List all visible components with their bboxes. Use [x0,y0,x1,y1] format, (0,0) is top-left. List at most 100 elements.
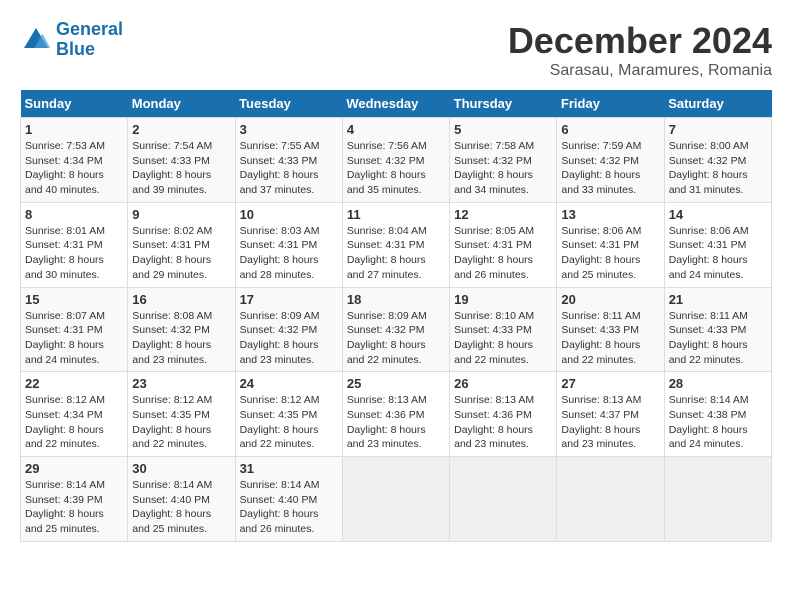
week-row-2: 8Sunrise: 8:01 AM Sunset: 4:31 PM Daylig… [21,202,772,287]
calendar-cell: 10 Sunrise: 8:03 AM Sunset: 4:31 PM Dayli… [235,202,342,287]
day-detail: Sunrise: 8:09 AM Sunset: 4:32 PM Dayligh… [347,309,445,368]
day-number: 28 [669,376,767,391]
day-number: 18 [347,292,445,307]
calendar-cell: 5 Sunrise: 7:58 AM Sunset: 4:32 PM Daylig… [450,118,557,203]
calendar-body: 1 Sunrise: 7:53 AM Sunset: 4:34 PM Daylig… [21,118,772,542]
calendar-cell: 26Sunrise: 8:13 AM Sunset: 4:36 PM Dayli… [450,372,557,457]
calendar-cell: 19 Sunrise: 8:10 AM Sunset: 4:33 PM Dayli… [450,287,557,372]
day-detail: Sunrise: 8:06 AM Sunset: 4:31 PM Dayligh… [669,224,767,283]
calendar-cell: 29 Sunrise: 8:14 AM Sunset: 4:39 PM Dayli… [21,457,128,542]
day-detail: Sunrise: 8:03 AM Sunset: 4:31 PM Dayligh… [240,224,338,283]
day-number: 30 [132,461,230,476]
day-number: 15 [25,292,123,307]
day-number: 9 [132,207,230,222]
day-detail: Sunrise: 8:10 AM Sunset: 4:33 PM Dayligh… [454,309,552,368]
week-row-1: 1 Sunrise: 7:53 AM Sunset: 4:34 PM Daylig… [21,118,772,203]
calendar-cell: 17 Sunrise: 8:09 AM Sunset: 4:32 PM Dayli… [235,287,342,372]
logo-line1: General [56,19,123,39]
day-detail: Sunrise: 8:02 AM Sunset: 4:31 PM Dayligh… [132,224,230,283]
day-detail: Sunrise: 7:58 AM Sunset: 4:32 PM Dayligh… [454,139,552,198]
day-detail: Sunrise: 7:53 AM Sunset: 4:34 PM Dayligh… [25,139,123,198]
page-title: December 2024 [508,20,772,62]
header-day-monday: Monday [128,90,235,118]
day-detail: Sunrise: 8:14 AM Sunset: 4:39 PM Dayligh… [25,478,123,537]
day-detail: Sunrise: 8:07 AM Sunset: 4:31 PM Dayligh… [25,309,123,368]
week-row-3: 15 Sunrise: 8:07 AM Sunset: 4:31 PM Dayli… [21,287,772,372]
calendar-cell: 30 Sunrise: 8:14 AM Sunset: 4:40 PM Dayli… [128,457,235,542]
day-detail: Sunrise: 8:13 AM Sunset: 4:36 PM Dayligh… [347,393,445,452]
calendar-cell: 3 Sunrise: 7:55 AM Sunset: 4:33 PM Daylig… [235,118,342,203]
day-number: 17 [240,292,338,307]
day-detail: Sunrise: 8:11 AM Sunset: 4:33 PM Dayligh… [561,309,659,368]
day-detail: Sunrise: 8:12 AM Sunset: 4:34 PM Dayligh… [25,393,123,452]
day-number: 1 [25,122,123,137]
calendar-cell: 14 Sunrise: 8:06 AM Sunset: 4:31 PM Dayli… [664,202,771,287]
logo-icon [20,24,52,56]
calendar-cell: 8Sunrise: 8:01 AM Sunset: 4:31 PM Daylig… [21,202,128,287]
day-number: 25 [347,376,445,391]
calendar-cell: 18 Sunrise: 8:09 AM Sunset: 4:32 PM Dayli… [342,287,449,372]
day-detail: Sunrise: 7:55 AM Sunset: 4:33 PM Dayligh… [240,139,338,198]
day-detail: Sunrise: 8:14 AM Sunset: 4:40 PM Dayligh… [240,478,338,537]
day-number: 20 [561,292,659,307]
calendar-cell: 13Sunrise: 8:06 AM Sunset: 4:31 PM Dayli… [557,202,664,287]
week-row-5: 29 Sunrise: 8:14 AM Sunset: 4:39 PM Dayli… [21,457,772,542]
day-detail: Sunrise: 7:54 AM Sunset: 4:33 PM Dayligh… [132,139,230,198]
day-number: 2 [132,122,230,137]
day-detail: Sunrise: 8:08 AM Sunset: 4:32 PM Dayligh… [132,309,230,368]
header-day-sunday: Sunday [21,90,128,118]
calendar-cell: 11 Sunrise: 8:04 AM Sunset: 4:31 PM Dayli… [342,202,449,287]
calendar-table: SundayMondayTuesdayWednesdayThursdayFrid… [20,90,772,542]
day-number: 8 [25,207,123,222]
day-detail: Sunrise: 8:14 AM Sunset: 4:40 PM Dayligh… [132,478,230,537]
day-number: 21 [669,292,767,307]
calendar-cell: 23Sunrise: 8:12 AM Sunset: 4:35 PM Dayli… [128,372,235,457]
day-detail: Sunrise: 8:12 AM Sunset: 4:35 PM Dayligh… [240,393,338,452]
day-detail: Sunrise: 8:13 AM Sunset: 4:37 PM Dayligh… [561,393,659,452]
day-number: 14 [669,207,767,222]
day-detail: Sunrise: 8:00 AM Sunset: 4:32 PM Dayligh… [669,139,767,198]
logo: General Blue [20,20,123,60]
day-detail: Sunrise: 8:04 AM Sunset: 4:31 PM Dayligh… [347,224,445,283]
calendar-cell: 25 Sunrise: 8:13 AM Sunset: 4:36 PM Dayli… [342,372,449,457]
day-number: 5 [454,122,552,137]
calendar-cell: 4Sunrise: 7:56 AM Sunset: 4:32 PM Daylig… [342,118,449,203]
header-day-friday: Friday [557,90,664,118]
day-number: 29 [25,461,123,476]
day-number: 10 [240,207,338,222]
day-number: 6 [561,122,659,137]
day-number: 27 [561,376,659,391]
calendar-cell: 28 Sunrise: 8:14 AM Sunset: 4:38 PM Dayli… [664,372,771,457]
day-number: 11 [347,207,445,222]
header-day-saturday: Saturday [664,90,771,118]
header-day-wednesday: Wednesday [342,90,449,118]
page-header: General Blue December 2024 Sarasau, Mara… [20,20,772,80]
calendar-cell: 6Sunrise: 7:59 AM Sunset: 4:32 PM Daylig… [557,118,664,203]
logo-text: General Blue [56,20,123,60]
day-number: 19 [454,292,552,307]
day-detail: Sunrise: 8:13 AM Sunset: 4:36 PM Dayligh… [454,393,552,452]
day-detail: Sunrise: 8:11 AM Sunset: 4:33 PM Dayligh… [669,309,767,368]
calendar-cell: 27 Sunrise: 8:13 AM Sunset: 4:37 PM Dayli… [557,372,664,457]
calendar-header: SundayMondayTuesdayWednesdayThursdayFrid… [21,90,772,118]
day-number: 4 [347,122,445,137]
calendar-cell: 15 Sunrise: 8:07 AM Sunset: 4:31 PM Dayli… [21,287,128,372]
calendar-cell: 7Sunrise: 8:00 AM Sunset: 4:32 PM Daylig… [664,118,771,203]
day-detail: Sunrise: 8:12 AM Sunset: 4:35 PM Dayligh… [132,393,230,452]
calendar-cell: 16 Sunrise: 8:08 AM Sunset: 4:32 PM Dayli… [128,287,235,372]
day-detail: Sunrise: 8:14 AM Sunset: 4:38 PM Dayligh… [669,393,767,452]
day-number: 16 [132,292,230,307]
logo-line2: Blue [56,39,95,59]
day-number: 22 [25,376,123,391]
calendar-cell: 31 Sunrise: 8:14 AM Sunset: 4:40 PM Dayli… [235,457,342,542]
calendar-cell [557,457,664,542]
day-number: 24 [240,376,338,391]
day-number: 31 [240,461,338,476]
day-number: 3 [240,122,338,137]
calendar-cell [342,457,449,542]
day-detail: Sunrise: 8:09 AM Sunset: 4:32 PM Dayligh… [240,309,338,368]
calendar-cell: 24 Sunrise: 8:12 AM Sunset: 4:35 PM Dayli… [235,372,342,457]
calendar-cell: 12Sunrise: 8:05 AM Sunset: 4:31 PM Dayli… [450,202,557,287]
header-day-tuesday: Tuesday [235,90,342,118]
calendar-cell: 22 Sunrise: 8:12 AM Sunset: 4:34 PM Dayli… [21,372,128,457]
